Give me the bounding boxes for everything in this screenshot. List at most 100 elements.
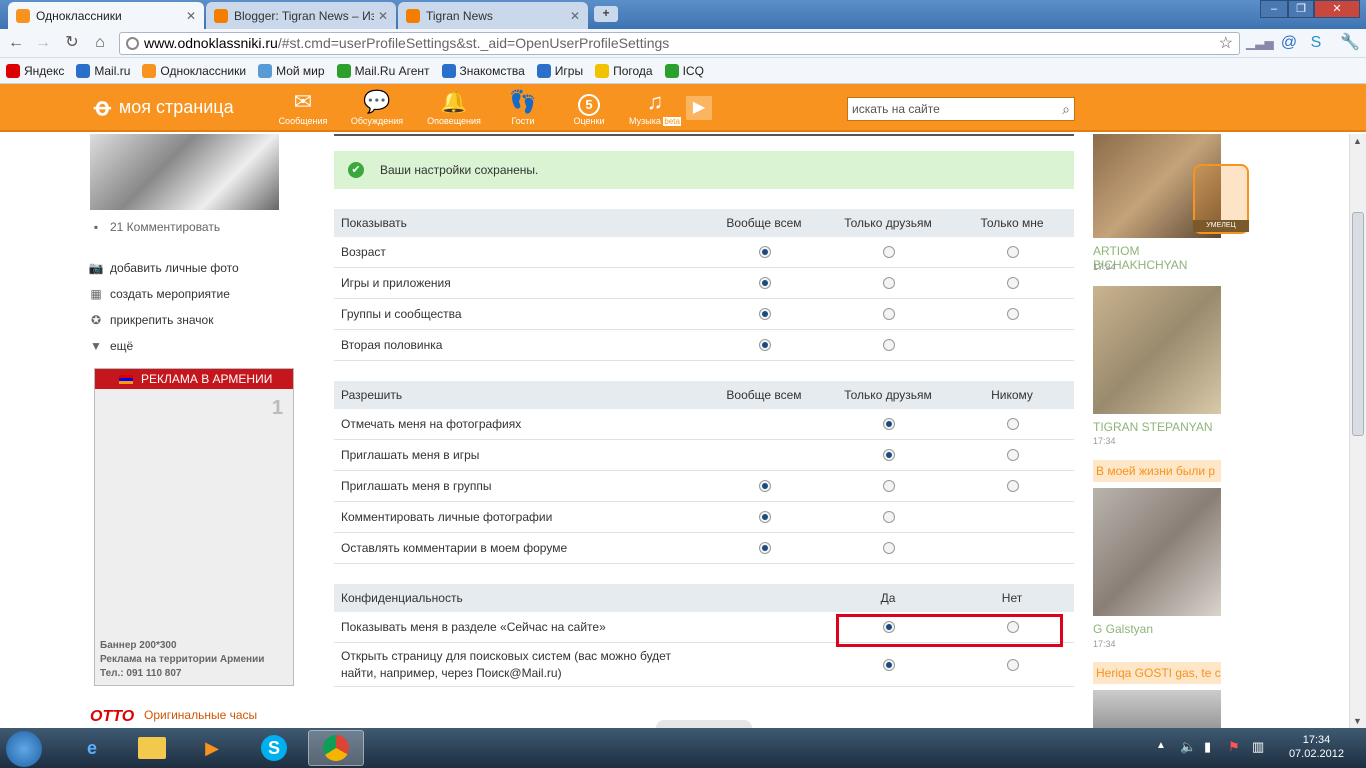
window-close-button[interactable]: ✕ — [1314, 0, 1360, 18]
otto-logo[interactable]: OTTO — [90, 708, 134, 726]
radio-friends[interactable] — [883, 308, 895, 320]
ad-banner[interactable]: РЕКЛАМА В АРМЕНИИ 1 Баннер 200*300 Рекла… — [94, 368, 294, 686]
radio-nobody[interactable] — [1007, 418, 1019, 430]
radio-only-me[interactable] — [1007, 277, 1019, 289]
radio-friends[interactable] — [883, 542, 895, 554]
radio-only-me[interactable] — [1007, 308, 1019, 320]
address-bar[interactable]: www.odnoklassniki.ru/#st.cmd=userProfile… — [119, 32, 1240, 55]
bookmark-yandex[interactable]: Яндекс — [6, 63, 64, 78]
system-clock[interactable]: 17:34 07.02.2012 — [1289, 733, 1344, 761]
table-row: Группы и сообщества — [334, 299, 1074, 330]
play-icon[interactable]: ▶ — [686, 96, 712, 120]
radio-yes[interactable] — [883, 658, 895, 671]
nav-discussions[interactable]: 💬 Обсуждения — [347, 88, 407, 126]
flag-icon[interactable]: ⚑ — [1228, 739, 1240, 755]
radio-nobody[interactable] — [1007, 449, 1019, 461]
site-logo[interactable]: ꝋ моя страница — [94, 93, 234, 122]
star-icon[interactable]: ☆ — [1219, 33, 1233, 54]
bookmark-znakomstva[interactable]: Знакомства — [441, 63, 525, 78]
bookmark-igry[interactable]: Игры — [536, 63, 583, 78]
bookmark-odnoklassniki[interactable]: Одноклассники — [142, 63, 246, 78]
radio-everyone[interactable] — [759, 511, 771, 523]
friend-photo[interactable] — [1093, 690, 1221, 728]
friend-name[interactable]: TIGRAN STEPANYAN — [1093, 420, 1213, 434]
friend-photo[interactable] — [1093, 488, 1221, 616]
scroll-up-icon[interactable]: ▲ — [1353, 136, 1362, 146]
radio-nobody[interactable] — [1007, 480, 1019, 492]
bookmark-moy-mir[interactable]: Мой мир — [258, 63, 325, 78]
otto-ad-link[interactable]: Оригинальные часы — [144, 708, 257, 722]
search-input[interactable]: искать на сайте ⌕ — [847, 97, 1075, 121]
bookmark-mailru[interactable]: Mail.ru — [76, 63, 130, 78]
folder-icon[interactable] — [124, 730, 180, 766]
radio-everyone[interactable] — [759, 308, 771, 320]
friend-photo[interactable] — [1093, 286, 1221, 414]
radio-friends[interactable] — [883, 480, 895, 492]
bookmark-icq[interactable]: ICQ — [664, 63, 704, 78]
friend-name[interactable]: G Galstyan — [1093, 622, 1153, 636]
radio-everyone[interactable] — [759, 339, 771, 351]
media-player-icon[interactable]: ▶ — [184, 730, 240, 766]
friend-time: 17:34 — [1093, 262, 1116, 272]
scrollbar-thumb[interactable] — [1352, 212, 1364, 436]
status-caption[interactable]: Heriqa GOSTI gas, te c — [1093, 662, 1221, 684]
radio-friends[interactable] — [883, 418, 895, 430]
skype-icon[interactable]: S — [1306, 33, 1326, 53]
minimize-button[interactable]: – — [1260, 0, 1288, 18]
start-button[interactable] — [6, 731, 42, 767]
more-link[interactable]: ▼ ещё — [88, 339, 133, 353]
bookmark-mail-agent[interactable]: Mail.Ru Агент — [336, 63, 430, 78]
close-icon[interactable]: ✕ — [378, 9, 388, 23]
bookmark-pogoda[interactable]: Погода — [595, 63, 653, 78]
tab-tigran-news[interactable]: Tigran News ✕ — [398, 2, 588, 29]
tab-title: Blogger: Tigran News – Изм — [234, 8, 374, 23]
radio-everyone[interactable] — [759, 480, 771, 492]
tab-odnoklassniki[interactable]: Одноклассники ✕ — [8, 2, 204, 29]
create-event-link[interactable]: ▦ создать мероприятие — [88, 287, 230, 301]
nav-guests[interactable]: 👣 Гости — [493, 88, 553, 126]
tab-blogger[interactable]: Blogger: Tigran News – Изм ✕ — [206, 2, 396, 29]
radio-only-me[interactable] — [1007, 246, 1019, 258]
home-icon[interactable]: ⌂ — [90, 33, 110, 53]
chrome-icon[interactable] — [308, 730, 364, 766]
radio-friends[interactable] — [883, 449, 895, 461]
volume-icon[interactable]: 🔈 — [1180, 739, 1196, 755]
profile-photo[interactable] — [90, 134, 279, 210]
row-label: Отмечать меня на фотографиях — [341, 417, 522, 431]
signal-icon[interactable]: ▁▃▅ — [1246, 33, 1274, 53]
beta-badge: beta — [663, 117, 681, 126]
close-icon[interactable]: ✕ — [186, 9, 196, 23]
close-icon[interactable]: ✕ — [570, 9, 580, 23]
network-icon[interactable]: ▥ — [1252, 739, 1264, 755]
reload-icon[interactable]: ↻ — [62, 33, 82, 53]
back-arrow-icon[interactable]: ← — [6, 33, 26, 53]
radio-everyone[interactable] — [759, 277, 771, 289]
radio-friends[interactable] — [883, 339, 895, 351]
new-tab-button[interactable]: + — [594, 6, 618, 22]
scroll-down-icon[interactable]: ▼ — [1353, 716, 1362, 726]
radio-no[interactable] — [1007, 658, 1019, 671]
nav-music[interactable]: ♫ Музыка beta — [625, 88, 685, 126]
comment-link[interactable]: ▪ 21 Комментировать — [88, 220, 220, 234]
radio-everyone[interactable] — [759, 542, 771, 554]
nav-notifications[interactable]: 🔔 Оповещения — [424, 88, 484, 126]
skype-icon[interactable]: S — [246, 730, 302, 766]
mail-agent-icon[interactable]: @ — [1279, 33, 1299, 53]
device-icon[interactable]: ▮ — [1204, 739, 1211, 755]
radio-everyone[interactable] — [759, 246, 771, 258]
forward-arrow-icon[interactable]: → — [33, 33, 53, 53]
nav-ratings[interactable]: 5 Оценки — [559, 88, 619, 126]
radio-friends[interactable] — [883, 511, 895, 523]
nav-messages[interactable]: ✉ Сообщения — [273, 88, 333, 126]
attach-badge-link[interactable]: ✪ прикрепить значок — [88, 313, 214, 327]
status-caption[interactable]: В моей жизни были р — [1093, 460, 1221, 482]
internet-explorer-icon[interactable]: e — [64, 730, 120, 766]
tray-arrow-icon[interactable]: ▲ — [1156, 740, 1166, 751]
page-scrollbar[interactable]: ▲ ▼ — [1349, 134, 1366, 728]
radio-friends[interactable] — [883, 246, 895, 258]
add-photo-link[interactable]: 📷 добавить личные фото — [88, 261, 239, 275]
wrench-icon[interactable]: 🔧 — [1340, 33, 1360, 53]
radio-friends[interactable] — [883, 277, 895, 289]
maximize-button[interactable]: ❐ — [1288, 0, 1314, 18]
search-icon[interactable]: ⌕ — [1062, 98, 1070, 120]
